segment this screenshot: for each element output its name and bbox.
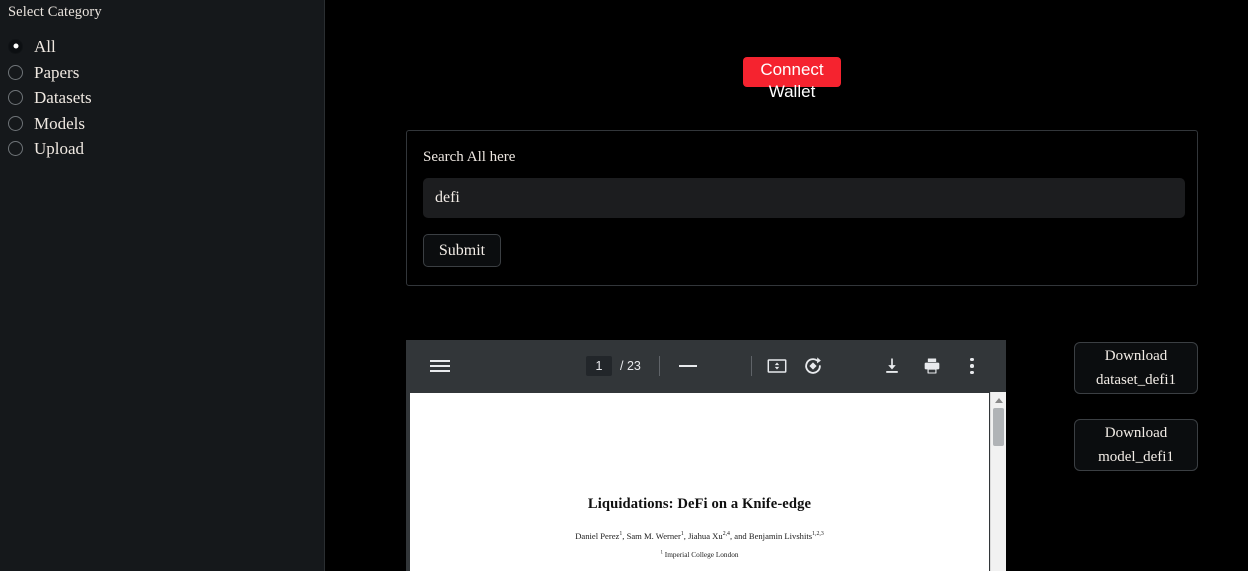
app-root: Select Category All Papers Datasets Mode… bbox=[0, 0, 1248, 571]
sidebar-item-upload[interactable]: Upload bbox=[8, 137, 84, 159]
pdf-document-affiliation: 1 Imperial College London bbox=[660, 550, 739, 559]
sidebar-item-datasets[interactable]: Datasets bbox=[8, 86, 92, 108]
sidebar-item-models[interactable]: Models bbox=[8, 112, 85, 134]
download-model-line2: model_defi1 bbox=[1098, 449, 1174, 465]
pdf-document-title: Liquidations: DeFi on a Knife-edge bbox=[587, 496, 812, 512]
fit-to-page-icon[interactable] bbox=[764, 353, 790, 379]
search-input[interactable] bbox=[423, 178, 1185, 218]
print-icon[interactable] bbox=[919, 353, 945, 379]
sidebar-title: Select Category bbox=[8, 4, 102, 20]
radio-datasets-icon[interactable] bbox=[8, 89, 23, 105]
sidebar-item-label: Papers bbox=[34, 62, 80, 82]
radio-all-icon[interactable] bbox=[8, 38, 23, 54]
search-label: Search All here bbox=[423, 149, 516, 165]
pdf-page: Liquidations: DeFi on a Knife-edge Danie… bbox=[410, 393, 989, 571]
scroll-up-arrow-icon[interactable] bbox=[991, 393, 1006, 407]
toolbar-divider bbox=[751, 356, 752, 376]
sidebar-item-all[interactable]: All bbox=[8, 35, 56, 57]
page-total-label: / 23 bbox=[620, 359, 641, 373]
sidebar-item-label: Models bbox=[34, 113, 85, 133]
hamburger-icon[interactable] bbox=[427, 353, 453, 379]
submit-button[interactable]: Submit bbox=[423, 234, 501, 267]
pdf-scrollbar-thumb[interactable] bbox=[993, 408, 1004, 446]
more-vertical-icon[interactable] bbox=[959, 353, 985, 379]
download-model-button[interactable]: Download model_defi1 bbox=[1074, 419, 1198, 471]
zoom-out-icon[interactable] bbox=[675, 353, 701, 379]
pdf-scrollbar[interactable] bbox=[990, 392, 1006, 571]
connect-wallet-button[interactable]: Connect Wallet bbox=[743, 57, 841, 101]
radio-upload-icon[interactable] bbox=[8, 140, 23, 156]
sidebar-item-label: Upload bbox=[34, 138, 85, 158]
pdf-document-authors: Daniel Perez1, Sam M. Werner1, Jiahua Xu… bbox=[575, 531, 824, 541]
page-navigation: / 23 bbox=[586, 354, 641, 378]
pdf-viewer: / 23 bbox=[406, 340, 1006, 571]
radio-papers-icon[interactable] bbox=[8, 64, 23, 80]
sidebar-item-papers[interactable]: Papers bbox=[8, 61, 79, 83]
pdf-page-area[interactable]: Liquidations: DeFi on a Knife-edge Danie… bbox=[406, 392, 1006, 571]
radio-models-icon[interactable] bbox=[8, 115, 23, 131]
toolbar-divider bbox=[659, 356, 660, 376]
connect-wallet-wrap: Connect Wallet bbox=[743, 57, 841, 101]
download-dataset-button[interactable]: Download dataset_defi1 bbox=[1074, 342, 1198, 394]
download-dataset-line2: dataset_defi1 bbox=[1096, 372, 1176, 388]
sidebar: Select Category All Papers Datasets Mode… bbox=[0, 0, 325, 571]
connect-wallet-label: Connect Wallet bbox=[760, 60, 824, 101]
download-dataset-line1: Download bbox=[1104, 348, 1168, 364]
page-number-input[interactable] bbox=[586, 356, 612, 376]
rotate-clockwise-icon[interactable] bbox=[800, 353, 826, 379]
sidebar-item-label: All bbox=[34, 36, 56, 56]
search-panel: Search All here Submit bbox=[406, 130, 1198, 286]
download-icon[interactable] bbox=[879, 353, 905, 379]
pdf-toolbar: / 23 bbox=[406, 340, 1006, 392]
download-model-line1: Download bbox=[1104, 425, 1168, 441]
sidebar-item-label: Datasets bbox=[34, 87, 92, 107]
